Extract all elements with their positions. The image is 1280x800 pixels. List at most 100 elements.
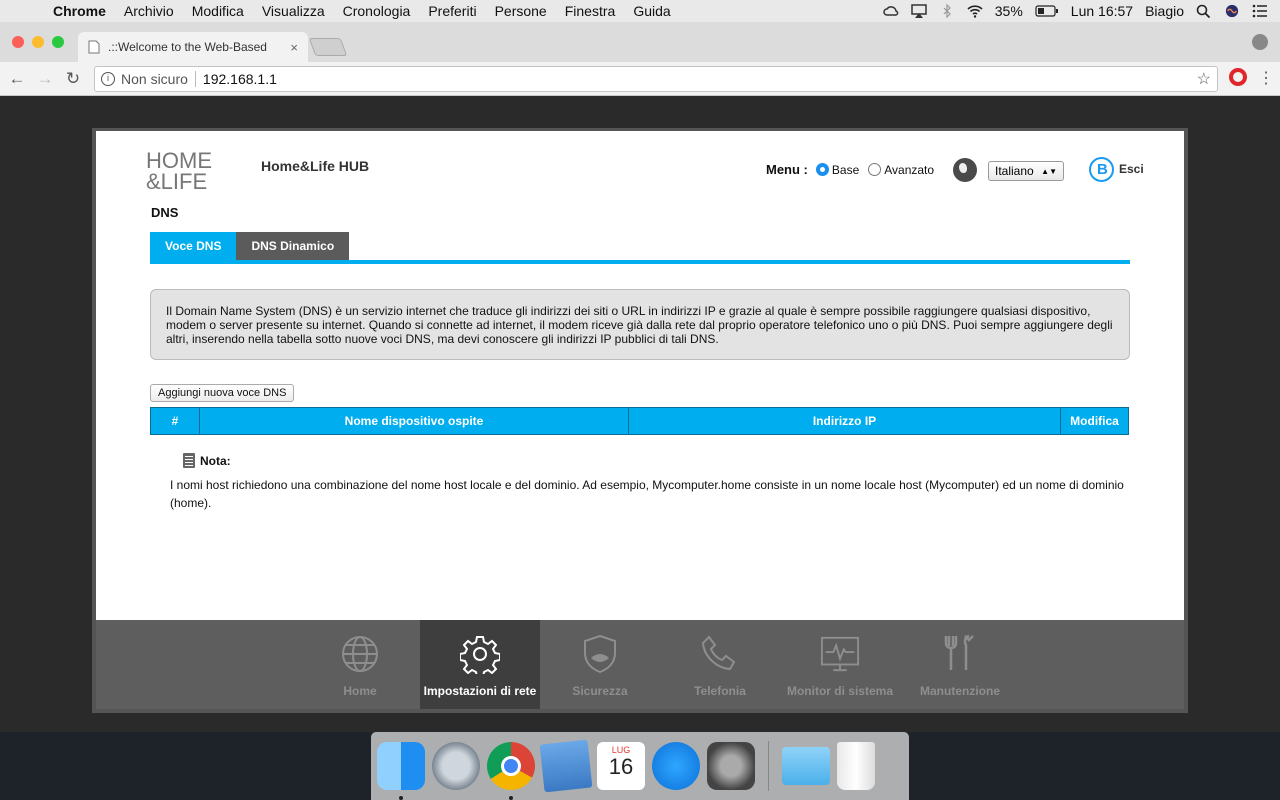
menubar-app-name[interactable]: Chrome [44, 3, 115, 19]
launchpad-icon[interactable] [432, 742, 480, 790]
downloads-folder-icon[interactable] [782, 747, 830, 785]
column-header-edit: Modifica [1070, 414, 1119, 428]
tab-voce-dns[interactable]: Voce DNS [150, 232, 237, 260]
menubar-clock[interactable]: Lun 16:57 [1071, 3, 1133, 19]
menubar-status-area: 35% Lun 16:57 Biagio [883, 3, 1280, 19]
tab-dns-dinamico[interactable]: DNS Dinamico [236, 232, 350, 260]
select-arrows-icon: ▲▼ [1041, 166, 1057, 176]
browser-tab-title: .::Welcome to the Web-Based [108, 40, 267, 54]
column-header-index: # [151, 408, 200, 434]
airplay-icon[interactable] [911, 4, 927, 18]
menu-mode-selector: Menu : Base Avanzato [766, 162, 934, 177]
menubar-item-finestra[interactable]: Finestra [556, 3, 625, 19]
system-preferences-icon[interactable] [707, 742, 755, 790]
address-bar[interactable]: i Non sicuro 192.168.1.1 ☆ [94, 66, 1218, 92]
omnibox-divider [194, 71, 196, 87]
nav-item-home[interactable]: Home [300, 620, 420, 709]
back-arrow-icon[interactable]: ← [6, 68, 28, 90]
spotlight-search-icon[interactable] [1196, 4, 1212, 18]
trash-icon[interactable] [837, 742, 875, 790]
bookmark-star-icon[interactable]: ☆ [1197, 69, 1211, 89]
nav-item-system-monitor[interactable]: Monitor di sistema [780, 620, 900, 709]
mail-icon[interactable] [539, 739, 593, 793]
menubar-item-cronologia[interactable]: Cronologia [334, 3, 420, 19]
siri-icon[interactable] [1224, 4, 1240, 18]
battery-icon[interactable] [1035, 4, 1059, 18]
language-select[interactable]: Italiano ▲▼ [988, 161, 1064, 181]
tab-underline [150, 260, 1130, 264]
logo-line1: HOME [146, 148, 212, 173]
menu-label: Menu : [766, 162, 808, 177]
page-icon [88, 40, 100, 54]
window-zoom-button[interactable] [52, 36, 64, 48]
site-info-icon[interactable]: i [101, 72, 115, 86]
phone-icon [701, 635, 736, 671]
hub-name: Home&Life HUB [261, 158, 370, 174]
menubar-item-preferiti[interactable]: Preferiti [419, 3, 485, 19]
macos-dock: LUG 16 [371, 732, 909, 800]
running-indicator [399, 796, 403, 800]
profile-avatar-icon[interactable] [1252, 34, 1268, 50]
router-content: HOME &LIFE Home&Life HUB Menu : Base Ava… [96, 131, 1184, 620]
tools-icon [944, 634, 974, 670]
creative-cloud-icon[interactable] [883, 4, 899, 18]
dns-tabs: Voce DNS DNS Dinamico [150, 232, 350, 260]
macos-menubar: Chrome Archivio Modifica Visualizza Cron… [0, 0, 1280, 22]
shield-icon [584, 634, 616, 674]
new-tab-button[interactable] [308, 38, 348, 56]
globe-icon [342, 636, 378, 672]
calendar-icon[interactable]: LUG 16 [597, 742, 645, 790]
exit-link[interactable]: Esci [1119, 162, 1144, 176]
note-document-icon [183, 453, 195, 468]
note-label: Nota: [200, 454, 231, 468]
nav-item-security[interactable]: Sicurezza [540, 620, 660, 709]
radio-base-label[interactable]: Base [832, 163, 859, 177]
bluetooth-icon[interactable] [939, 4, 955, 18]
column-header-host-name: Nome dispositivo ospite [200, 408, 629, 434]
reload-icon[interactable]: ↻ [62, 68, 84, 90]
exit-icon[interactable] [1089, 157, 1114, 182]
nav-item-network-settings-label: Impostazioni di rete [423, 684, 537, 698]
wifi-icon[interactable] [967, 4, 983, 18]
menubar-item-modifica[interactable]: Modifica [183, 3, 253, 19]
window-minimize-button[interactable] [32, 36, 44, 48]
menubar-item-visualizza[interactable]: Visualizza [253, 3, 334, 19]
finder-icon[interactable] [377, 742, 425, 800]
nav-item-maintenance[interactable]: Manutenzione [900, 620, 1020, 709]
tab-close-icon[interactable]: × [290, 40, 298, 55]
chrome-icon[interactable] [487, 742, 535, 800]
add-dns-entry-button[interactable]: Aggiungi nuova voce DNS [150, 384, 295, 402]
dns-info-box: Il Domain Name System (DNS) è un servizi… [150, 289, 1130, 360]
home-life-logo: HOME &LIFE [146, 148, 220, 193]
nav-item-network-settings[interactable]: Impostazioni di rete [420, 620, 540, 709]
running-indicator [509, 796, 513, 800]
opera-extension-icon[interactable] [1229, 68, 1247, 86]
dns-table-header: # Nome dispositivo ospite Indirizzo IP M… [150, 407, 1129, 435]
radio-advanced-label[interactable]: Avanzato [884, 163, 934, 177]
note-text: I nomi host richiedono una combinazione … [170, 478, 1124, 510]
menubar-item-archivio[interactable]: Archivio [115, 3, 183, 19]
radio-advanced[interactable] [868, 163, 882, 176]
nav-item-telephony[interactable]: Telefonia [660, 620, 780, 709]
globe-icon [953, 158, 977, 182]
nav-item-system-monitor-label: Monitor di sistema [786, 684, 893, 698]
calendar-day: 16 [608, 754, 634, 779]
notification-center-icon[interactable] [1252, 4, 1268, 18]
chrome-menu-icon[interactable]: ⋮ [1258, 68, 1274, 88]
column-header-ip-address: Indirizzo IP [629, 408, 1061, 434]
nav-item-maintenance-label: Manutenzione [920, 684, 1000, 698]
url-text[interactable]: 192.168.1.1 [203, 71, 277, 87]
window-close-button[interactable] [12, 36, 24, 48]
forward-arrow-icon[interactable]: → [34, 68, 56, 90]
language-value: Italiano [995, 164, 1034, 178]
gear-icon [460, 636, 500, 674]
menubar-item-guida[interactable]: Guida [624, 3, 679, 19]
radio-base[interactable] [815, 163, 829, 176]
menubar-item-persone[interactable]: Persone [486, 3, 556, 19]
nav-item-security-label: Sicurezza [572, 684, 628, 698]
nav-item-telephony-label: Telefonia [694, 684, 746, 698]
app-store-icon[interactable] [652, 742, 700, 790]
browser-tab[interactable]: .::Welcome to the Web-Based × [78, 32, 308, 62]
menubar-user[interactable]: Biagio [1145, 3, 1184, 19]
